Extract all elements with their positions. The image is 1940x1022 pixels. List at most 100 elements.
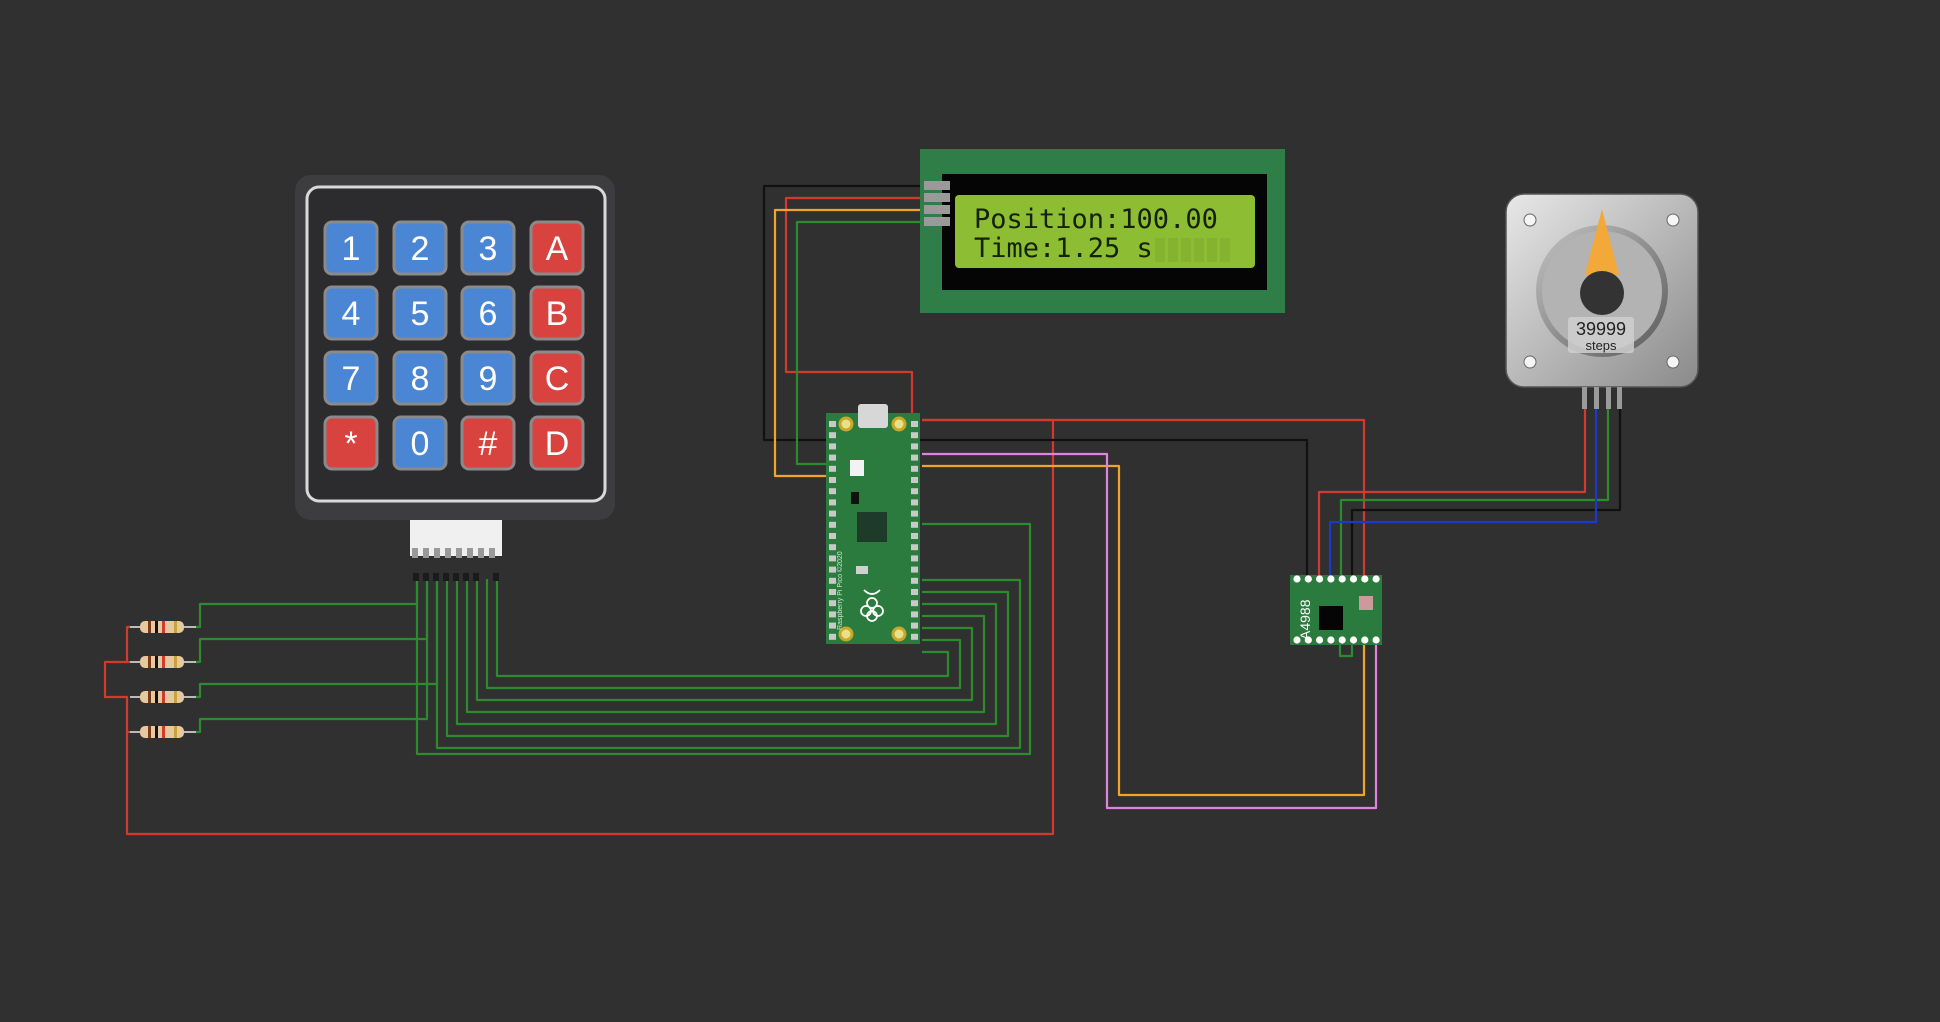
pico-pin[interactable] (829, 510, 836, 517)
pico-pin[interactable] (829, 465, 836, 472)
pico-pin[interactable] (911, 566, 918, 573)
wire-resistor-2[interactable] (194, 579, 429, 664)
driver-pin[interactable] (1349, 575, 1358, 583)
pico-mount-hole (838, 416, 854, 432)
keypad-key-label: 1 (342, 230, 361, 268)
resistor-4[interactable] (130, 726, 196, 738)
resistor-2[interactable] (130, 656, 196, 668)
pico-pin[interactable] (829, 477, 836, 483)
pico-pin[interactable] (911, 499, 918, 506)
keypad-key-6[interactable]: 6 (460, 285, 516, 341)
pico-pin[interactable] (911, 633, 918, 640)
pico-silk-label: Raspberry Pi Pico ©2020 (836, 551, 844, 630)
pico-pin[interactable] (829, 577, 836, 584)
wire-resistor-4[interactable] (194, 579, 429, 734)
resistors[interactable] (130, 621, 196, 738)
wire-resistor-1[interactable] (194, 579, 419, 629)
keypad-key-3[interactable]: 3 (460, 220, 516, 276)
pico-pin[interactable] (911, 622, 918, 629)
simulation-canvas[interactable]: 1 2 3 A 4 5 6 B 7 8 9 C * 0 # D Position:10… (0, 0, 1940, 1022)
pico-pin[interactable] (911, 589, 918, 595)
keypad-key-d[interactable]: D (529, 415, 585, 471)
wire-pico-driver-red[interactable] (922, 418, 1366, 579)
pico-pin[interactable] (911, 454, 918, 461)
driver-pin[interactable] (1338, 575, 1346, 583)
keypad-key-5[interactable]: 5 (392, 285, 448, 341)
pico-pin[interactable] (829, 566, 836, 573)
resistor-1[interactable] (130, 621, 196, 633)
pico-pin[interactable] (829, 544, 836, 551)
pico-mount-hole (891, 416, 907, 432)
pico-pin[interactable] (829, 611, 836, 618)
keypad-key-star[interactable]: * (323, 415, 379, 471)
driver-pin[interactable] (1361, 636, 1369, 644)
keypad-key-label: C (545, 360, 570, 398)
pico-pin[interactable] (911, 600, 918, 607)
pico-pin[interactable] (911, 521, 918, 528)
keypad-key-2[interactable]: 2 (392, 220, 448, 276)
keypad-key-b[interactable]: B (529, 285, 585, 341)
driver-pin[interactable] (1327, 575, 1335, 583)
pico-pin[interactable] (829, 432, 836, 439)
pico-pin[interactable] (829, 589, 836, 595)
keypad-key-hash[interactable]: # (460, 415, 516, 471)
keypad-key-8[interactable]: 8 (392, 350, 448, 406)
pico-pin[interactable] (829, 600, 836, 607)
stepper-motor[interactable]: 39999 steps (1505, 193, 1699, 409)
driver-pin[interactable] (1293, 575, 1301, 583)
keypad-key-1[interactable]: 1 (323, 220, 379, 276)
driver-chip (1319, 606, 1343, 630)
pico-pin[interactable] (829, 533, 836, 539)
pico-button[interactable] (850, 460, 864, 476)
pico-pin[interactable] (911, 477, 918, 483)
driver-pin[interactable] (1316, 575, 1324, 583)
pico-pin[interactable] (829, 454, 836, 461)
keypad-key-4[interactable]: 4 (323, 285, 379, 341)
wire-motor-b[interactable] (1339, 408, 1610, 579)
driver-pin[interactable] (1304, 575, 1312, 583)
keypad-key-c[interactable]: C (529, 350, 585, 406)
driver-pin[interactable] (1372, 636, 1380, 644)
pico-pin[interactable] (911, 577, 918, 584)
pico-pin[interactable] (911, 488, 918, 495)
pico-pin[interactable] (911, 421, 918, 427)
motor-screw (1523, 213, 1537, 227)
driver-potentiometer[interactable] (1359, 596, 1373, 610)
driver-pin[interactable] (1338, 636, 1346, 644)
wire-motor-d[interactable] (1328, 408, 1598, 579)
pico-pin[interactable] (829, 443, 836, 450)
pico-pin[interactable] (829, 421, 836, 427)
pico-pin[interactable] (829, 499, 836, 506)
pico-pin[interactable] (911, 611, 918, 618)
pico-pin[interactable] (911, 443, 918, 450)
pico-pin[interactable] (829, 488, 836, 495)
pico-pin[interactable] (829, 555, 836, 562)
keypad-key-label: 8 (411, 360, 430, 398)
lcd-display[interactable]: Position:100.00 Time:1.25 s (920, 149, 1285, 313)
pico-pin[interactable] (829, 622, 836, 629)
pico-pin[interactable] (829, 633, 836, 640)
pico-pin[interactable] (911, 465, 918, 472)
keypad[interactable]: 1 2 3 A 4 5 6 B 7 8 9 C * 0 # D (295, 175, 615, 581)
raspberry-pi-pico[interactable]: Raspberry Pi Pico ©2020 (826, 404, 920, 644)
pico-pin[interactable] (911, 533, 918, 539)
pico-pin[interactable] (911, 544, 918, 551)
wire-lcd-vcc[interactable] (784, 196, 922, 414)
driver-pin[interactable] (1361, 575, 1369, 583)
pico-pin[interactable] (911, 432, 918, 439)
pico-pin[interactable] (911, 510, 918, 517)
resistor-3[interactable] (130, 691, 196, 703)
wire-motor-c[interactable] (1350, 408, 1622, 579)
driver-pin[interactable] (1316, 636, 1324, 644)
pico-pin[interactable] (911, 555, 918, 562)
driver-pin[interactable] (1372, 575, 1380, 583)
pico-pin[interactable] (829, 521, 836, 528)
keypad-key-7[interactable]: 7 (323, 350, 379, 406)
a4988-driver[interactable]: A4988 (1290, 575, 1382, 645)
keypad-key-9[interactable]: 9 (460, 350, 516, 406)
driver-pin[interactable] (1349, 636, 1358, 644)
driver-pin[interactable] (1327, 636, 1335, 644)
keypad-key-0[interactable]: 0 (392, 415, 448, 471)
keypad-key-a[interactable]: A (529, 220, 585, 276)
wire-motor-a[interactable] (1317, 408, 1587, 579)
